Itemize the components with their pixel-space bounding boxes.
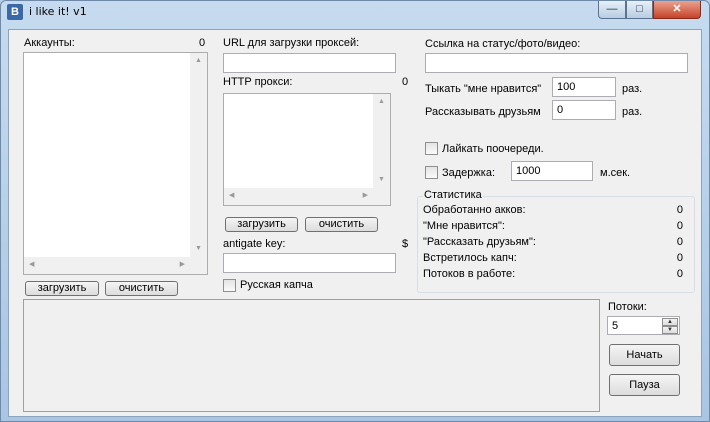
delay-checkbox[interactable] [425, 166, 438, 179]
threads-label: Потоки: [608, 301, 647, 313]
link-label: Ссылка на статус/фото/видео: [425, 38, 581, 50]
stats-row-label: Встретилось капч: [423, 252, 517, 264]
spin-down-icon[interactable]: ▼ [662, 326, 678, 334]
stats-rows: Обработанно акков: 0 "Мне нравится": 0 "… [417, 204, 695, 289]
log-panel [23, 299, 600, 412]
http-proxy-list[interactable]: ▲ ▼ ◀ ▶ [223, 93, 391, 206]
delay-label: Задержка: [442, 167, 496, 179]
proxy-clear-button[interactable]: очистить [305, 217, 378, 232]
app-icon: B [7, 4, 23, 20]
stats-row-label: Обработанно акков: [423, 204, 526, 216]
proxy-url-input[interactable] [223, 53, 396, 73]
stats-row-label: "Мне нравится": [423, 220, 505, 232]
scroll-up-icon[interactable]: ▲ [195, 57, 202, 65]
stats-row-value: 0 [676, 204, 683, 216]
russian-captcha-label: Русская капча [240, 279, 313, 291]
scroll-left-icon[interactable]: ◀ [29, 261, 34, 269]
stats-row-value: 0 [676, 236, 683, 248]
stats-row-label: "Рассказать друзьям": [423, 236, 536, 248]
like-queue-label: Лайкать поочереди. [442, 143, 544, 155]
accounts-horizontal-scrollbar[interactable]: ◀ ▶ [24, 257, 190, 274]
accounts-vertical-scrollbar[interactable]: ▲ ▼ [190, 53, 207, 257]
pause-button[interactable]: Пауза [609, 374, 680, 396]
like-count-input[interactable]: 100 [552, 77, 616, 97]
share-label: Рассказывать друзьям [425, 106, 541, 118]
proxy-load-button[interactable]: загрузить [225, 217, 298, 232]
http-proxy-label: HTTP прокси: [223, 76, 293, 88]
minimize-button[interactable]: — [598, 1, 626, 19]
accounts-list[interactable]: ▲ ▼ ◀ ▶ [23, 52, 208, 275]
accounts-load-button[interactable]: загрузить [25, 281, 99, 296]
like-label: Тыкать "мне нравится" [425, 83, 542, 95]
stats-row-value: 0 [676, 252, 683, 264]
start-button[interactable]: Начать [609, 344, 680, 366]
stats-row: Встретилось капч: 0 [423, 252, 691, 266]
proxy-horizontal-scrollbar[interactable]: ◀ ▶ [224, 188, 373, 205]
stats-row-label: Потоков в работе: [423, 268, 516, 280]
stats-row-value: 0 [676, 220, 683, 232]
stats-row: "Рассказать друзьям": 0 [423, 236, 691, 250]
scrollbar-corner [190, 257, 207, 274]
window-title: i like it! v1 [29, 5, 87, 18]
maximize-button[interactable]: □ [626, 1, 653, 19]
stats-row: Обработанно акков: 0 [423, 204, 691, 218]
stats-row: "Мне нравится": 0 [423, 220, 691, 234]
delay-input[interactable]: 1000 [511, 161, 593, 181]
like-queue-checkbox[interactable] [425, 142, 438, 155]
stats-title: Статистика [423, 189, 483, 201]
spin-up-icon[interactable]: ▲ [662, 318, 678, 326]
link-input[interactable] [425, 53, 688, 73]
scroll-right-icon[interactable]: ▶ [180, 261, 185, 269]
proxy-vertical-scrollbar[interactable]: ▲ ▼ [373, 94, 390, 188]
threads-spinner[interactable]: 5 ▲ ▼ [607, 316, 680, 335]
stats-row: Потоков в работе: 0 [423, 268, 691, 282]
accounts-label: Аккаунты: [24, 37, 75, 49]
title-bar[interactable]: B i like it! v1 — □ ✕ [1, 1, 709, 25]
antigate-key-label: antigate key: [223, 238, 286, 250]
share-unit-label: раз. [622, 106, 643, 118]
scrollbar-corner [373, 188, 390, 205]
delay-unit-label: м.сек. [600, 167, 631, 179]
share-count-input[interactable]: 0 [552, 100, 616, 120]
proxy-url-label: URL для загрузки проксей: [223, 37, 360, 49]
accounts-count: 0 [199, 37, 206, 49]
russian-captcha-checkbox[interactable] [223, 279, 236, 292]
app-window: B i like it! v1 — □ ✕ Аккаунты: 0 ▲ ▼ ◀ … [0, 0, 710, 422]
like-unit-label: раз. [622, 83, 643, 95]
antigate-currency-label: $ [402, 238, 409, 250]
scroll-down-icon[interactable]: ▼ [195, 245, 202, 253]
scroll-right-icon[interactable]: ▶ [363, 192, 368, 200]
scroll-down-icon[interactable]: ▼ [378, 176, 385, 184]
scroll-up-icon[interactable]: ▲ [378, 98, 385, 106]
http-proxy-count: 0 [402, 76, 409, 88]
close-button[interactable]: ✕ [653, 1, 701, 19]
main-client-area: Аккаунты: 0 ▲ ▼ ◀ ▶ загрузить очистить U… [8, 29, 702, 417]
accounts-clear-button[interactable]: очистить [105, 281, 178, 296]
antigate-key-input[interactable] [223, 253, 396, 273]
scroll-left-icon[interactable]: ◀ [229, 192, 234, 200]
stats-row-value: 0 [676, 268, 683, 280]
threads-value[interactable]: 5 [612, 320, 618, 332]
